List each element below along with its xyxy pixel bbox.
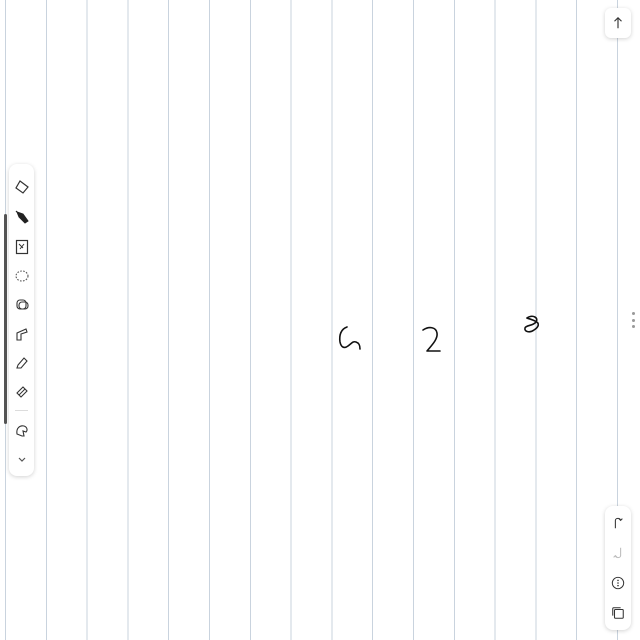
toolbar-expand[interactable] [9,447,34,473]
toolbar-scroll-indicator[interactable] [4,214,7,424]
handwritten-digit-2 [422,326,441,352]
scroll-to-top-button[interactable] [605,8,631,38]
tools-toolbar [9,164,34,476]
shape-icon [15,299,29,310]
side-panel-handle[interactable] [631,312,635,328]
more-icon [611,576,625,590]
text-box-tool[interactable] [9,234,34,260]
chevron-down-icon [18,457,25,462]
pages-button[interactable] [605,599,631,627]
toolbar-divider [15,410,28,411]
marker-tool[interactable] [9,379,34,405]
pen-tool[interactable] [9,204,34,230]
ink-layer [338,315,540,352]
marker-icon [15,386,28,398]
redo-icon [613,547,622,559]
handwritten-digit-8 [524,315,540,333]
undo-icon [614,517,623,529]
lasso-tool[interactable] [9,263,34,289]
right-controls [605,506,631,630]
ruler-icon [15,328,28,341]
eraser-icon [14,180,29,194]
redo-button[interactable] [605,539,631,567]
lasso-icon [14,270,29,282]
handwritten-digit-5 [338,326,361,350]
pen-icon [15,210,29,224]
text-box-icon [15,239,28,255]
undo-button[interactable] [605,509,631,537]
highlighter-tool[interactable] [9,350,34,376]
pointer-icon [15,425,28,437]
pointer-tool[interactable] [9,417,34,443]
more-options-button[interactable] [605,569,631,597]
arrow-up-icon [614,16,622,29]
pages-icon [612,607,624,619]
eraser-tool[interactable] [9,174,34,200]
highlighter-icon [15,357,28,369]
shape-tool[interactable] [9,292,34,318]
ruler-tool[interactable] [9,321,34,347]
